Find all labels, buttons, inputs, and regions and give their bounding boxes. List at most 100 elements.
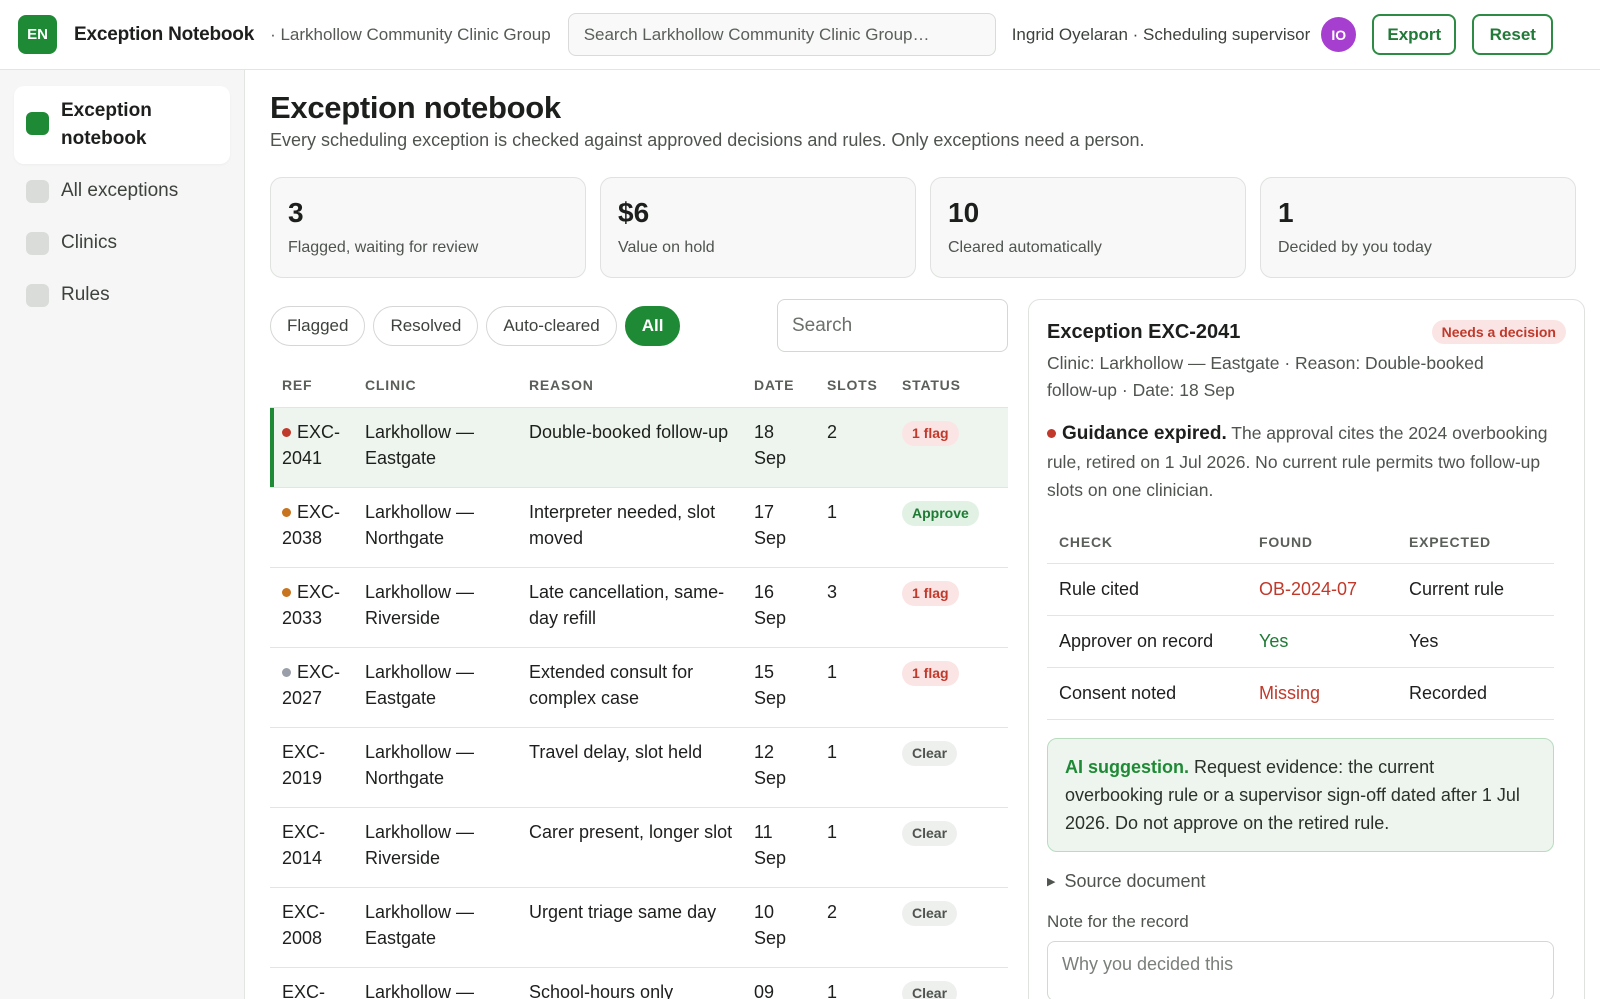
ref-text: EXC-2027 (282, 662, 341, 708)
stats-row: 3 Flagged, waiting for review $6 Value o… (270, 177, 1576, 278)
export-button[interactable]: Export (1372, 14, 1457, 55)
table-row[interactable]: EXC-2041 Larkhollow — Eastgate Double-book… (270, 408, 1008, 488)
cell-ref: EXC-2008 (270, 899, 365, 967)
avatar[interactable]: IO (1321, 17, 1357, 52)
source-document-toggle[interactable]: ▶ Source document (1047, 871, 1566, 892)
status-dot-icon (282, 588, 291, 597)
detail-meta: Clinic: Larkhollow — Eastgate · Reason: … (1047, 353, 1484, 400)
cell-clinic: Larkhollow — Riverside (365, 822, 475, 868)
cell-date: 09 (754, 982, 775, 999)
sidebar-item-rules[interactable]: Rules (14, 270, 230, 320)
table-row[interactable]: EXC-2033 Larkhollow — Riverside Late cance… (270, 568, 1008, 648)
column-header-reason[interactable]: REASON (529, 377, 754, 393)
notebook-icon (26, 112, 49, 135)
stat-card-cleared: 10 Cleared automatically (930, 177, 1246, 278)
table-row[interactable]: EXC- Larkhollow — School-hours only 09 1 Clea… (270, 968, 1008, 999)
check-row: Rule cited OB-2024-07 Current rule (1047, 564, 1554, 616)
ai-suggestion: AI suggestion. Request evidence: the cur… (1047, 738, 1554, 852)
sidebar-item-exception-notebook[interactable]: Exception notebook (14, 86, 230, 164)
status-dot-icon (282, 428, 291, 437)
cell-clinic: Larkhollow — Riverside (365, 582, 475, 628)
table-row[interactable]: EXC-2008 Larkhollow — Eastgate Urgent tria… (270, 888, 1008, 968)
cell-status: Clear (902, 739, 1008, 807)
status-badge[interactable]: Approve (902, 501, 979, 526)
check-found: OB-2024-07 (1259, 579, 1358, 599)
cell-date: 15 Sep (754, 662, 787, 708)
sidebar-item-label: All exceptions (61, 180, 179, 201)
cell-reason: Travel delay, slot held (529, 742, 703, 762)
list-icon (26, 180, 49, 203)
cell-status: Approve (902, 499, 1008, 567)
cell-slots: 3 (827, 582, 838, 602)
cell-slots: 1 (827, 662, 838, 682)
stat-label: Cleared automatically (948, 239, 1102, 256)
cell-ref: EXC-2038 (270, 499, 365, 567)
column-header-slots[interactable]: SLOTS (827, 377, 902, 393)
cell-slots: 2 (827, 902, 838, 922)
cell-ref: EXC-2019 (270, 739, 365, 807)
ref-text: EXC-2038 (282, 502, 341, 548)
stat-label: Decided by you today (1278, 239, 1432, 256)
cell-slots: 1 (827, 502, 838, 522)
status-badge: 1 flag (902, 581, 959, 606)
cell-reason: Double-booked follow-up (529, 422, 729, 442)
column-header-status[interactable]: STATUS (902, 377, 1008, 393)
top-bar: EN Exception Notebook · Larkhollow Commu… (0, 0, 1600, 70)
cell-reason: Late cancellation, same-day refill (529, 582, 725, 628)
cell-date: 16 Sep (754, 582, 787, 628)
sidebar-item-label: Clinics (61, 232, 117, 253)
note-placeholder: Why you decided this (1062, 954, 1234, 974)
checks-table: CHECK FOUND EXPECTED Rule cited OB-2024-… (1047, 520, 1554, 720)
cell-ref: EXC- (270, 979, 365, 999)
ref-text: EXC-2041 (282, 422, 341, 468)
status-badge: Clear (902, 741, 958, 766)
cell-clinic: Larkhollow — (365, 982, 475, 999)
note-label: Note for the record (1047, 912, 1189, 931)
guidance-message: Guidance expired. The approval cites the… (1047, 419, 1566, 504)
global-search-input[interactable]: Search Larkhollow Community Clinic Group… (567, 13, 996, 56)
cell-reason: Extended consult for complex case (529, 662, 694, 708)
check-row: Approver on record Yes Yes (1047, 616, 1554, 668)
cell-ref: EXC-2033 (270, 579, 365, 647)
cell-reason: Urgent triage same day (529, 902, 717, 922)
ref-text: EXC-2019 (282, 742, 326, 788)
check-name: Approver on record (1059, 631, 1214, 651)
filter-resolved[interactable]: Resolved (373, 306, 479, 346)
table-row[interactable]: EXC-2019 Larkhollow — Northgate Travel del… (270, 728, 1008, 808)
sidebar-item-clinics[interactable]: Clinics (14, 218, 230, 268)
column-header-date[interactable]: DATE (754, 377, 827, 393)
filter-auto-cleared[interactable]: Auto-cleared (486, 306, 617, 346)
table-row[interactable]: EXC-2014 Larkhollow — Riverside Carer pres… (270, 808, 1008, 888)
note-textarea[interactable]: Why you decided this (1047, 941, 1554, 999)
table-row[interactable]: EXC-2027 Larkhollow — Eastgate Extended co… (270, 648, 1008, 728)
column-header-clinic[interactable]: CLINIC (365, 377, 529, 393)
alert-dot-icon (1047, 429, 1056, 438)
sidebar-item-all-exceptions[interactable]: All exceptions (14, 166, 230, 216)
status-badge: Clear (902, 821, 958, 846)
ref-text: EXC-2033 (282, 582, 341, 628)
cell-date: 12 Sep (754, 742, 787, 788)
table-search-placeholder: Search (792, 314, 853, 336)
column-header-ref[interactable]: REF (270, 377, 365, 393)
cell-status: Clear (902, 979, 1008, 999)
cell-clinic: Larkhollow — Eastgate (365, 902, 475, 948)
table-search-input[interactable]: Search (777, 299, 1008, 352)
table-row[interactable]: EXC-2038 Larkhollow — Northgate Interprete… (270, 488, 1008, 568)
cell-slots: 2 (827, 422, 838, 442)
stat-value: 10 (948, 197, 980, 228)
reset-button[interactable]: Reset (1472, 14, 1554, 55)
stat-card-decided: 1 Decided by you today (1260, 177, 1576, 278)
check-found: Yes (1259, 631, 1289, 651)
org-name: · Larkhollow Community Clinic Group (270, 24, 551, 44)
filter-all[interactable]: All (624, 306, 681, 346)
rules-icon (26, 284, 49, 307)
cell-ref: EXC-2041 (270, 419, 365, 487)
cell-date: 17 Sep (754, 502, 787, 548)
ref-text: EXC-2008 (282, 902, 326, 948)
cell-clinic: Larkhollow — Northgate (365, 742, 475, 788)
check-name: Consent noted (1059, 683, 1177, 703)
sidebar-item-label: Exception notebook (61, 100, 152, 149)
filter-flagged[interactable]: Flagged (270, 306, 366, 346)
cell-date: 11 Sep (754, 822, 787, 868)
cell-slots: 1 (827, 822, 838, 842)
